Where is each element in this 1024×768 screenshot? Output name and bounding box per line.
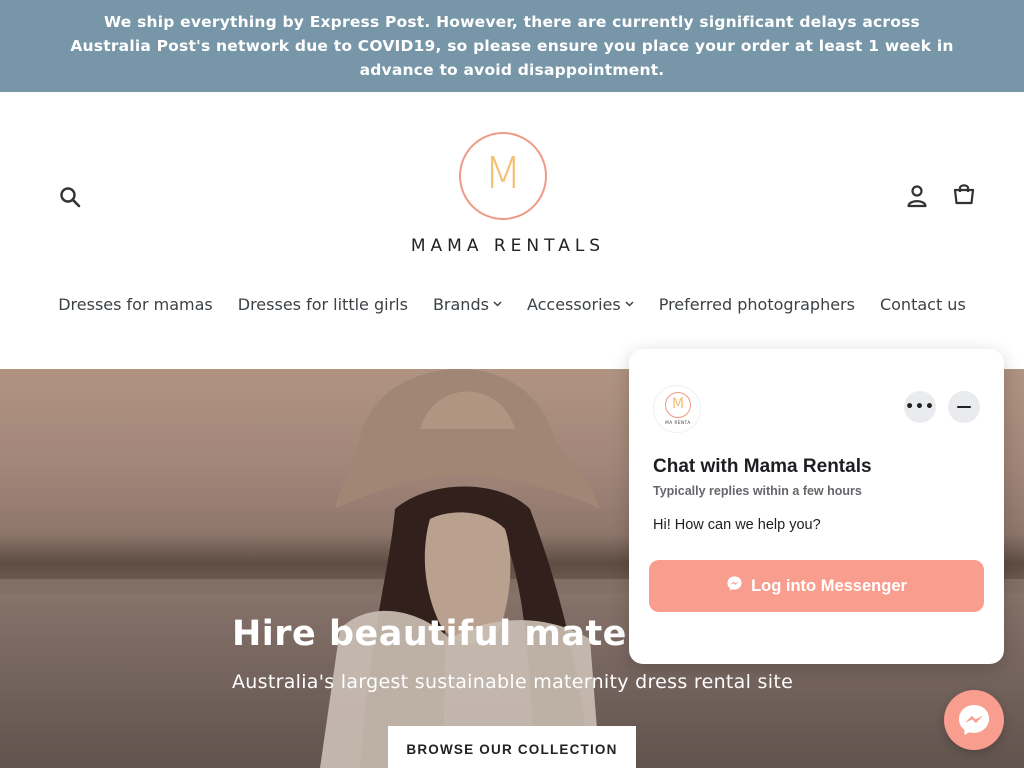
messenger-icon <box>726 575 743 597</box>
logo-wordmark: MAMA RENTALS <box>410 236 606 256</box>
messenger-icon[interactable] <box>944 690 1004 750</box>
nav-item-label: Dresses for little girls <box>237 295 408 314</box>
nav-item-label: Preferred photographers <box>658 295 855 314</box>
nav-item-label: Contact us <box>879 295 966 314</box>
main-nav: Dresses for mamas Dresses for little gir… <box>0 295 1024 314</box>
more-options-icon[interactable]: ••• <box>904 391 936 423</box>
account-icon[interactable] <box>906 184 928 208</box>
logo-letter: M <box>484 148 522 199</box>
chat-reply-time: Typically replies within a few hours <box>653 484 862 498</box>
avatar-wordmark: MA RENTA <box>665 420 691 425</box>
nav-item-preferred-photographers[interactable]: Preferred photographers <box>659 295 855 314</box>
avatar: M MA RENTA <box>653 385 701 433</box>
cart-icon[interactable] <box>952 182 976 206</box>
chat-greeting: Hi! How can we help you? <box>653 517 821 533</box>
log-into-messenger-button[interactable]: Log into Messenger <box>649 560 984 612</box>
messenger-chat-panel: M MA RENTA ••• Chat with Mama Rentals Ty… <box>629 349 1004 664</box>
nav-item-accessories[interactable]: Accessories <box>527 295 634 314</box>
minimize-icon[interactable] <box>948 391 980 423</box>
search-icon[interactable] <box>58 185 82 209</box>
log-into-messenger-label: Log into Messenger <box>751 576 907 595</box>
nav-item-contact-us[interactable]: Contact us <box>880 295 966 314</box>
site-header: M MAMA RENTALS Dresses for mamas Dresses… <box>0 92 1024 369</box>
browse-collection-button[interactable]: BROWSE OUR COLLECTION <box>388 726 636 768</box>
nav-item-dresses-for-mamas[interactable]: Dresses for mamas <box>58 295 213 314</box>
nav-item-label: Accessories <box>526 295 621 314</box>
nav-item-brands[interactable]: Brands <box>433 295 502 314</box>
site-logo[interactable]: M MAMA RENTALS <box>390 130 626 260</box>
nav-item-label: Brands <box>432 295 489 314</box>
hero-subtitle: Australia's largest sustainable maternit… <box>232 671 794 693</box>
nav-item-dresses-for-little-girls[interactable]: Dresses for little girls <box>238 295 408 314</box>
announcement-bar: We ship everything by Express Post. Howe… <box>0 0 1024 92</box>
chat-title: Chat with Mama Rentals <box>653 456 872 477</box>
avatar-letter: M <box>671 396 685 412</box>
chevron-down-icon <box>493 299 502 310</box>
chevron-down-icon <box>625 299 634 310</box>
nav-item-label: Dresses for mamas <box>58 295 213 314</box>
announcement-text: We ship everything by Express Post. Howe… <box>70 13 954 79</box>
